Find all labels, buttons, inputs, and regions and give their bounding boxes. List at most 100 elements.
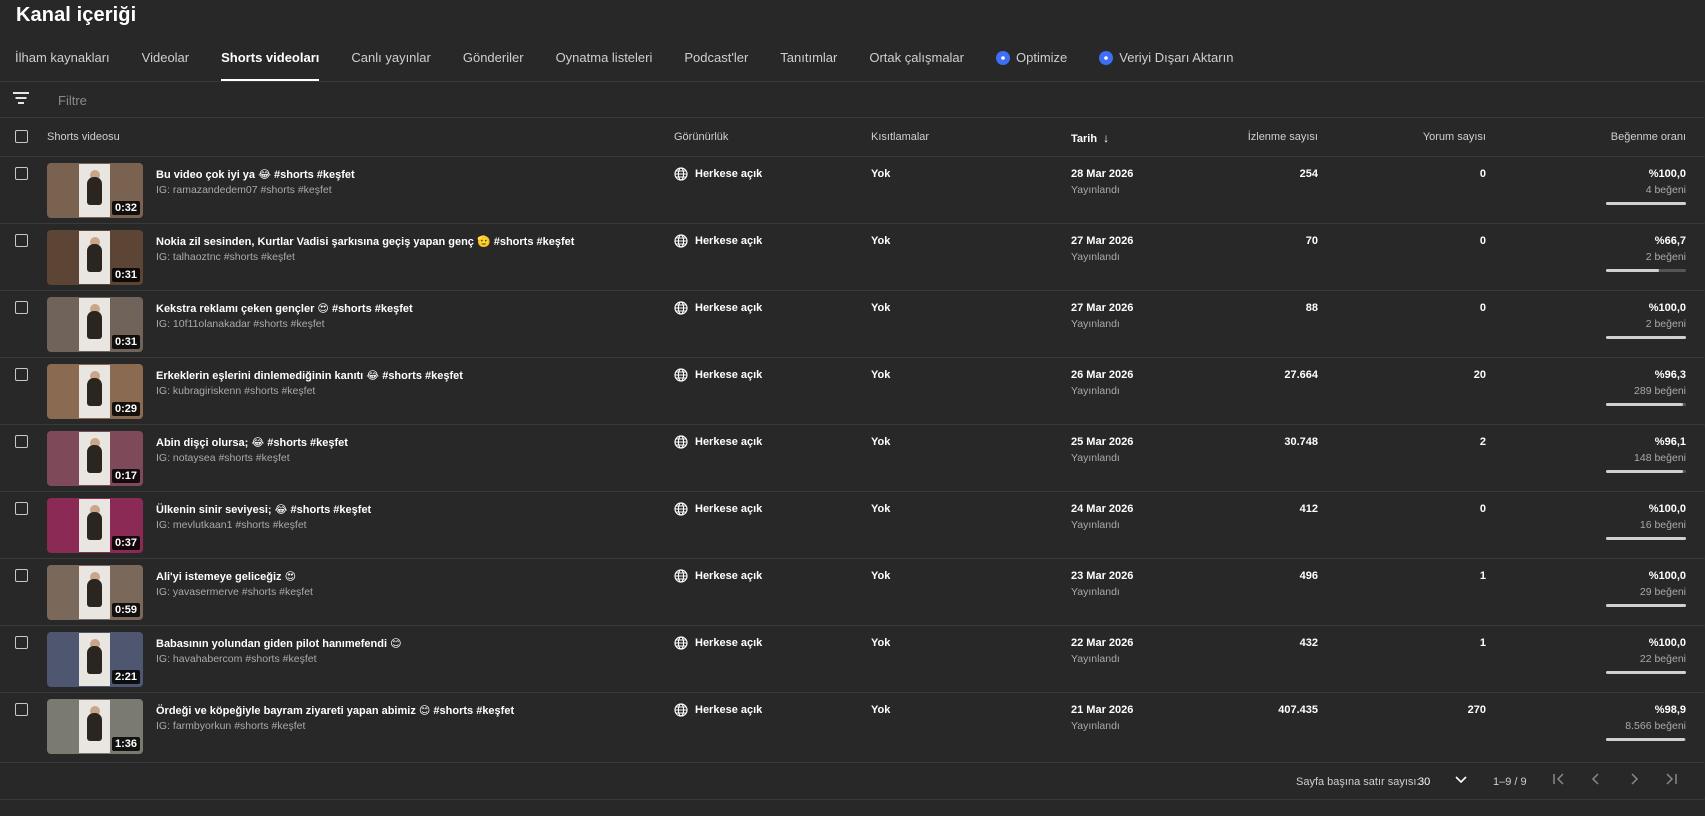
- video-title[interactable]: Babasının yolundan giden pilot hanımefen…: [156, 637, 402, 650]
- column-visibility[interactable]: Görünürlük: [674, 131, 728, 143]
- video-thumbnail[interactable]: 0:32: [47, 163, 143, 218]
- column-like-ratio[interactable]: Beğenme oranı: [1611, 131, 1686, 143]
- column-date[interactable]: Tarih ↓: [1071, 131, 1109, 145]
- video-title[interactable]: Abin dişçi olursa; 😂 #shorts #keşfet: [156, 436, 348, 449]
- video-thumbnail[interactable]: 0:31: [47, 297, 143, 352]
- tab-6[interactable]: Podcast'ler: [668, 43, 764, 81]
- globe-icon: [674, 502, 688, 516]
- row-checkbox[interactable]: [15, 234, 28, 247]
- like-ratio-bar: [1606, 537, 1686, 540]
- comments-count[interactable]: 270: [1468, 704, 1486, 716]
- select-all-checkbox[interactable]: [15, 130, 28, 143]
- row-checkbox[interactable]: [15, 703, 28, 716]
- likes-count: 2 beğeni: [1645, 318, 1686, 330]
- comments-count[interactable]: 20: [1474, 369, 1486, 381]
- row-checkbox[interactable]: [15, 569, 28, 582]
- video-description: IG: farmbyorkun #shorts #keşfet: [156, 720, 306, 732]
- video-title[interactable]: Ördeği ve köpeğiyle bayram ziyareti yapa…: [156, 704, 514, 717]
- visibility-selector[interactable]: Herkese açık: [674, 569, 762, 583]
- video-description: IG: notaysea #shorts #keşfet: [156, 452, 290, 464]
- table-row[interactable]: 0:59 Ali'yi istemeye geliceğiz 😍 IG: yavas…: [0, 558, 1705, 626]
- video-description: IG: mevlutkaan1 #shorts #keşfet: [156, 519, 307, 531]
- comments-count[interactable]: 0: [1480, 503, 1486, 515]
- comments-count[interactable]: 2: [1480, 436, 1486, 448]
- visibility-selector[interactable]: Herkese açık: [674, 301, 762, 315]
- like-ratio-bar-fill: [1606, 604, 1686, 607]
- video-title[interactable]: Nokia zil sesinden, Kurtlar Vadisi şarkı…: [156, 235, 574, 248]
- filter-input[interactable]: [56, 89, 560, 111]
- tab-3[interactable]: Canlı yayınlar: [335, 43, 446, 81]
- tab-8[interactable]: Ortak çalışmalar: [853, 43, 980, 81]
- comments-count[interactable]: 0: [1480, 235, 1486, 247]
- filter-bar: [0, 81, 1705, 117]
- table-row[interactable]: 0:17 Abin dişçi olursa; 😂 #shorts #keşfet…: [0, 424, 1705, 492]
- visibility-selector[interactable]: Herkese açık: [674, 167, 762, 181]
- like-ratio: %96,1: [1654, 436, 1686, 448]
- publish-date: 22 Mar 2026: [1071, 637, 1134, 649]
- table-row[interactable]: 1:36 Ördeği ve köpeğiyle bayram ziyareti …: [0, 692, 1705, 760]
- column-video[interactable]: Shorts videosu: [47, 131, 120, 143]
- table-row[interactable]: 0:31 Nokia zil sesinden, Kurtlar Vadisi ş…: [0, 223, 1705, 291]
- prev-page-icon[interactable]: [1588, 771, 1604, 787]
- tab-7[interactable]: Tanıtımlar: [764, 43, 853, 81]
- like-ratio-bar-fill: [1606, 202, 1686, 205]
- tab-2[interactable]: Shorts videoları: [205, 43, 335, 81]
- visibility-selector[interactable]: Herkese açık: [674, 703, 762, 717]
- first-page-icon[interactable]: [1551, 771, 1567, 787]
- video-title[interactable]: Bu video çok iyi ya 😂 #shorts #keşfet: [156, 168, 355, 181]
- video-title[interactable]: Ülkenin sinir seviyesi; 😂 #shorts #keşfe…: [156, 503, 371, 516]
- like-ratio-bar-fill: [1606, 403, 1684, 406]
- column-restrictions[interactable]: Kısıtlamalar: [871, 131, 929, 143]
- tab-9[interactable]: Optimize: [980, 43, 1083, 81]
- publish-date: 28 Mar 2026: [1071, 168, 1134, 180]
- comments-count[interactable]: 1: [1480, 570, 1486, 582]
- table-row[interactable]: 0:29 Erkeklerin eşlerini dinlemediğinin k…: [0, 357, 1705, 425]
- video-thumbnail[interactable]: 0:59: [47, 565, 143, 620]
- tab-0[interactable]: İlham kaynakları: [0, 43, 126, 81]
- next-page-icon[interactable]: [1626, 771, 1642, 787]
- column-views[interactable]: İzlenme sayısı: [1248, 131, 1318, 143]
- video-thumbnail[interactable]: 0:37: [47, 498, 143, 553]
- table-row[interactable]: 2:21 Babasının yolundan giden pilot hanım…: [0, 625, 1705, 693]
- column-comments[interactable]: Yorum sayısı: [1423, 131, 1486, 143]
- row-checkbox[interactable]: [15, 301, 28, 314]
- visibility-selector[interactable]: Herkese açık: [674, 234, 762, 248]
- row-checkbox[interactable]: [15, 502, 28, 515]
- video-duration: 0:59: [111, 603, 140, 617]
- tab-1[interactable]: Videolar: [126, 43, 205, 81]
- video-thumbnail[interactable]: 2:21: [47, 632, 143, 687]
- video-thumbnail[interactable]: 0:31: [47, 230, 143, 285]
- video-title[interactable]: Erkeklerin eşlerini dinlemediğinin kanıt…: [156, 369, 463, 382]
- views-count: 432: [1299, 637, 1318, 649]
- filter-icon[interactable]: [13, 91, 29, 105]
- restrictions-value: Yok: [871, 503, 891, 515]
- visibility-selector[interactable]: Herkese açık: [674, 435, 762, 449]
- publish-date: 27 Mar 2026: [1071, 235, 1134, 247]
- tab-4[interactable]: Gönderiler: [447, 43, 540, 81]
- visibility-selector[interactable]: Herkese açık: [674, 368, 762, 382]
- visibility-selector[interactable]: Herkese açık: [674, 636, 762, 650]
- table-row[interactable]: 0:31 Kekstra reklamı çeken gençler 😍 #sho…: [0, 290, 1705, 358]
- comments-count[interactable]: 0: [1480, 302, 1486, 314]
- visibility-selector[interactable]: Herkese açık: [674, 502, 762, 516]
- table-row[interactable]: 0:32 Bu video çok iyi ya 😂 #shorts #keşfe…: [0, 156, 1705, 224]
- tab-5[interactable]: Oynatma listeleri: [540, 43, 669, 81]
- comments-count[interactable]: 0: [1480, 168, 1486, 180]
- tab-10[interactable]: Veriyi Dışarı Aktarın: [1083, 43, 1249, 81]
- chevron-down-icon[interactable]: [1454, 772, 1468, 786]
- table-row[interactable]: 0:37 Ülkenin sinir seviyesi; 😂 #shorts #k…: [0, 491, 1705, 559]
- row-checkbox[interactable]: [15, 368, 28, 381]
- video-description: IG: talhaoztnc #shorts #keşfet: [156, 251, 295, 263]
- row-checkbox[interactable]: [15, 167, 28, 180]
- video-title[interactable]: Kekstra reklamı çeken gençler 😍 #shorts …: [156, 302, 413, 315]
- video-thumbnail[interactable]: 1:36: [47, 699, 143, 754]
- video-title[interactable]: Ali'yi istemeye geliceğiz 😍: [156, 570, 296, 583]
- video-thumbnail[interactable]: 0:17: [47, 431, 143, 486]
- row-checkbox[interactable]: [15, 636, 28, 649]
- row-checkbox[interactable]: [15, 435, 28, 448]
- rows-per-page-value[interactable]: 30: [1418, 776, 1430, 788]
- comments-count[interactable]: 1: [1480, 637, 1486, 649]
- like-ratio: %100,0: [1648, 637, 1686, 649]
- video-thumbnail[interactable]: 0:29: [47, 364, 143, 419]
- last-page-icon[interactable]: [1663, 771, 1679, 787]
